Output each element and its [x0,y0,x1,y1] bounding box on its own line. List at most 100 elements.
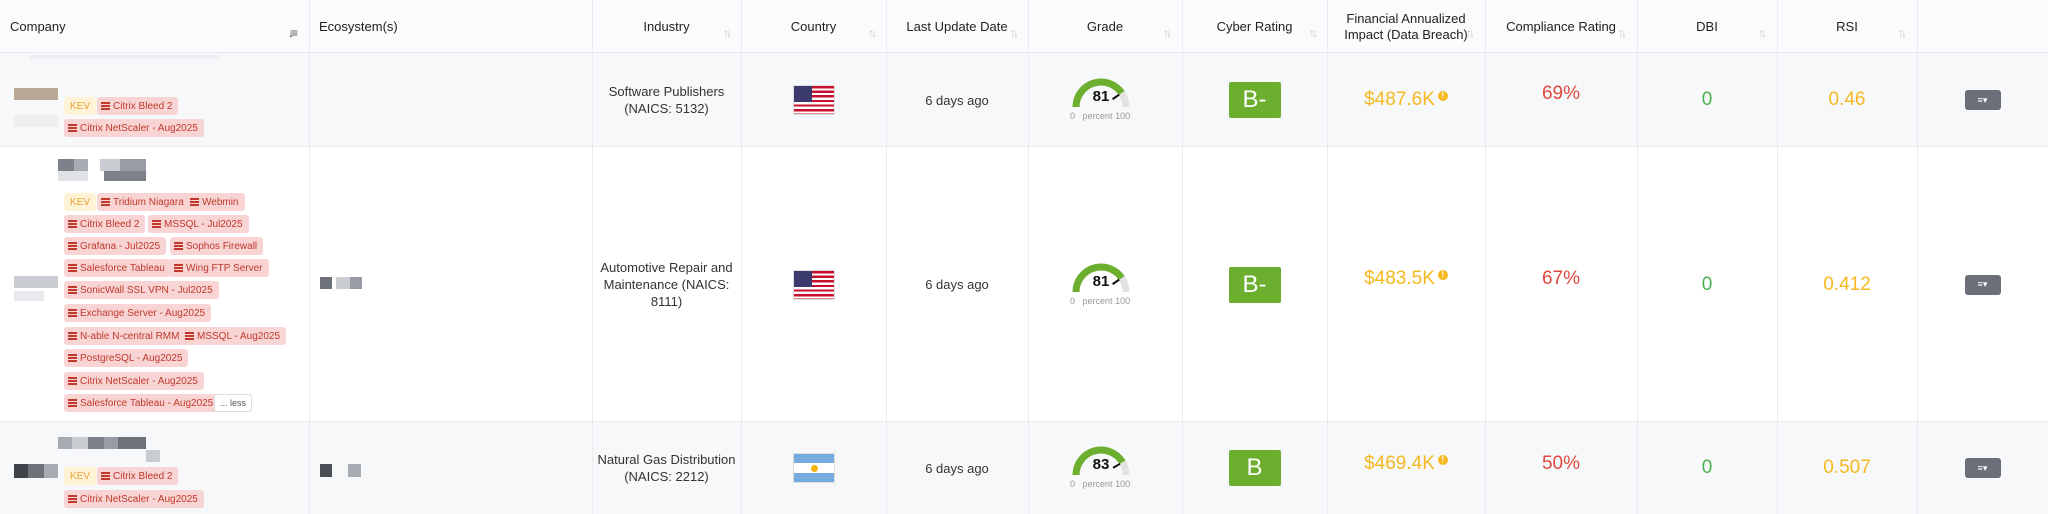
vulnerability-tag[interactable]: Grafana - Jul2025 [64,237,167,255]
column-header-grade[interactable]: Grade [1028,0,1182,53]
sort-icon[interactable]: ↑↓ [1010,26,1019,40]
vulnerability-tag[interactable]: SonicWall SSL VPN - Jul2025 [64,281,219,299]
list-icon [68,495,77,503]
grade-gauge: 81 0 percent 100 [1070,262,1140,312]
list-icon [68,399,77,407]
column-header-label: DBI [1696,18,1718,34]
vulnerability-tag[interactable]: N-able N-central RMM [64,327,186,345]
vulnerability-tag[interactable]: Tridium Niagara [97,193,190,211]
vulnerability-tag[interactable]: Salesforce Tableau - Aug2025 [64,394,220,412]
vulnerability-tag[interactable]: Citrix NetScaler - Aug2025 [64,372,204,390]
ecosystem-logo-redacted [320,464,332,477]
info-icon[interactable]: ! [1437,269,1448,280]
financial-impact-cell: $469.4K! [1327,418,1485,510]
list-icon [101,198,110,206]
vulnerability-tag[interactable]: Citrix Bleed 2 [97,467,179,485]
rsi-cell: 0.412 [1823,273,1871,295]
financial-impact-cell: $487.6K! [1327,53,1485,147]
grade-gauge: 83 0 percent 100 [1070,445,1140,495]
grade-scale: 0 percent 100 [1070,111,1131,121]
vulnerability-tag[interactable]: Citrix Bleed 2 [64,215,146,233]
company-logo-redacted [14,276,58,288]
compliance-cell: 67% [1541,267,1581,289]
grade-cell: 83 0 percent 100 [1028,422,1182,514]
column-header-label: Impact (Data Breach) [1344,26,1468,42]
vulnerability-tag[interactable]: MSSQL - Jul2025 [148,215,249,233]
sort-icon[interactable]: ↑↓ [1618,26,1627,40]
info-icon[interactable]: ! [1437,455,1448,465]
country-cell [741,53,886,147]
list-icon [68,354,77,362]
us-flag-icon [792,269,835,300]
financial-impact-value: $469.4K [1364,453,1435,474]
vulnerability-tag[interactable]: Sophos Firewall [170,237,264,255]
list-icon [68,264,77,272]
vulnerability-tag[interactable]: Citrix NetScaler - Aug2025 [64,490,204,508]
sort-icon[interactable]: ↑↓ [1466,26,1475,40]
actions-cell: ≡▾ [1917,147,2048,422]
list-icon [68,242,77,250]
actions-menu-button[interactable]: ≡▾ [1964,90,2001,110]
actions-menu-button[interactable]: ≡▾ [1964,274,2001,295]
company-logo-redacted [58,159,74,171]
vulnerability-tag[interactable]: MSSQL - Aug2025 [181,327,287,345]
company-logo-redacted [14,464,28,478]
sort-icon[interactable]: ↑↓ [1163,26,1172,40]
column-header-country[interactable]: Country [741,0,886,53]
vulnerability-tag[interactable]: Salesforce Tableau [64,259,171,277]
list-icon [101,472,110,480]
column-header-label: Compliance Rating [1506,18,1616,34]
company-logo-redacted [100,159,120,171]
grade-cell: 81 0 percent 100 [1028,147,1182,422]
column-header-cyber-rating[interactable]: Cyber Rating [1182,0,1327,53]
column-header-last-update[interactable]: Last Update Date [886,0,1028,53]
sort-icon[interactable]: ↑↓ [1309,26,1318,40]
column-header-rsi[interactable]: RSI [1777,0,1917,53]
kev-badge: KEV [64,193,97,211]
column-header-compliance[interactable]: Compliance Rating [1485,0,1637,53]
column-header-label: Ecosystem(s) [319,18,398,34]
company-logo-redacted [88,437,104,449]
list-icon [68,332,77,340]
vulnerability-tag[interactable]: Wing FTP Server [170,259,269,277]
sort-icon[interactable]: ↑↓ [868,26,877,40]
list-icon [68,286,77,294]
grade-value: 83 [1092,456,1110,473]
company-logo-redacted [14,115,58,127]
vulnerability-tag[interactable]: Webmin [186,193,245,211]
ecosystem-logo-redacted [320,277,332,289]
column-header-financial-impact[interactable]: Financial Annualized Impact (Data Breach… [1327,0,1485,53]
column-header-industry[interactable]: Industry [592,0,741,53]
column-header-dbi[interactable]: DBI [1637,0,1777,53]
sort-icon[interactable]: ↑↓ [723,26,732,40]
company-logo-redacted [58,437,72,449]
kev-badge: KEV [64,467,97,485]
cyber-rating-cell: B- [1182,53,1327,147]
sort-icon[interactable]: ↑↓ [1898,26,1907,40]
argentina-flag-icon [792,453,835,483]
companies-table: Company ↓≡ Ecosystem(s) Industry ↑↓ Coun… [0,0,2048,514]
company-logo-redacted [28,464,44,478]
column-header-company[interactable]: Company [0,0,309,53]
actions-menu-button[interactable]: ≡▾ [1964,458,2001,478]
vulnerability-tag[interactable]: Citrix NetScaler - Aug2025 [64,119,204,137]
list-icon [68,220,77,228]
info-icon[interactable]: ! [1437,91,1448,101]
sort-icon[interactable]: ↓≡ [288,26,298,40]
vulnerability-tag[interactable]: Citrix Bleed 2 [97,97,179,115]
company-logo-redacted [44,464,58,478]
show-less-button[interactable]: ... less [214,394,253,412]
company-logo-redacted [104,171,146,181]
ecosystem-logo-redacted [348,464,361,477]
vulnerability-tag[interactable]: Exchange Server - Aug2025 [64,304,212,322]
dbi-cell: 0 [1701,89,1713,110]
vulnerability-tag[interactable]: PostgreSQL - Aug2025 [64,349,189,367]
list-icon [68,377,77,385]
column-header-label: RSI [1836,18,1858,34]
last-update-cell: 6 days ago [925,277,989,292]
company-logo-redacted [58,171,88,181]
rsi-cell: 0.507 [1823,457,1871,478]
sort-icon[interactable]: ↑↓ [1758,26,1767,40]
column-header-ecosystem[interactable]: Ecosystem(s) [309,0,592,53]
grade-value: 81 [1092,272,1110,290]
